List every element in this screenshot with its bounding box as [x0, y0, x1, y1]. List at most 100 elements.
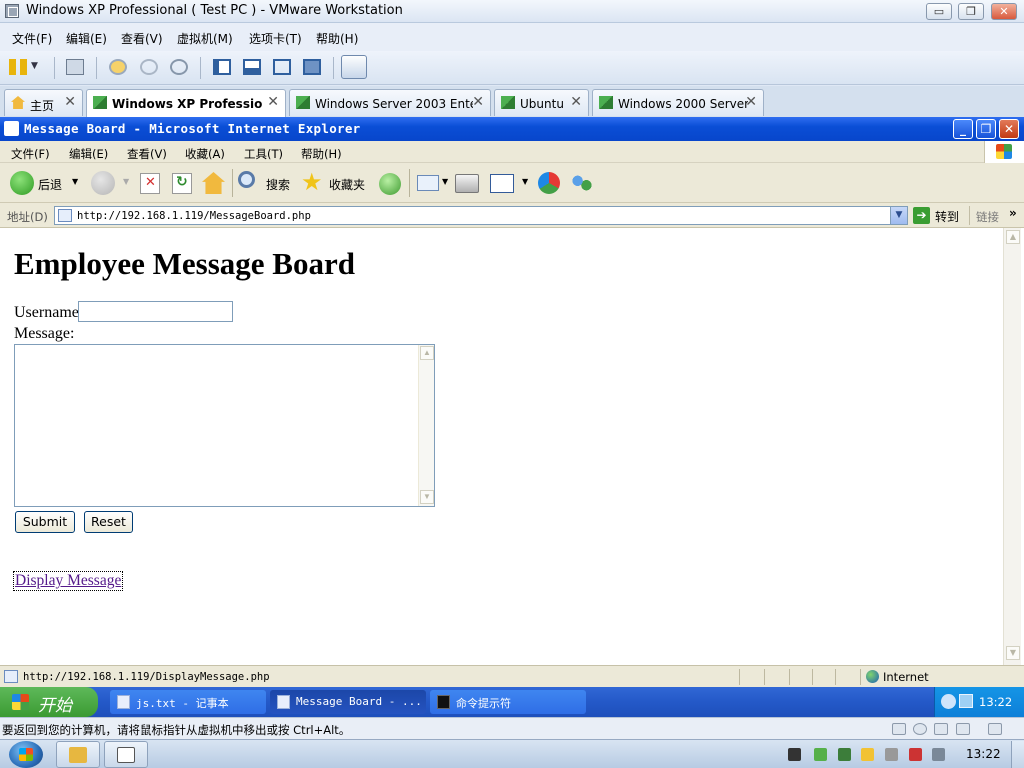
guest-screen[interactable]: Message Board - Microsoft Internet Explo…: [0, 117, 1024, 739]
chevron-down-icon[interactable]: ▼: [890, 207, 907, 224]
chevron-down-icon[interactable]: ▼: [420, 490, 434, 504]
task-message-board[interactable]: Message Board - ...: [270, 690, 426, 714]
fullscreen-icon[interactable]: [273, 59, 291, 75]
chevron-down-icon[interactable]: ▼: [72, 177, 78, 186]
snapshot-manager-icon[interactable]: [170, 59, 188, 75]
tab-ubuntu[interactable]: Ubuntu ✕: [494, 89, 589, 116]
chevron-down-icon[interactable]: ▼: [442, 177, 448, 186]
task-command-prompt[interactable]: 命令提示符: [430, 690, 586, 714]
close-icon[interactable]: ✕: [570, 94, 582, 110]
pause-icon[interactable]: [9, 59, 27, 75]
display-message-link[interactable]: Display Message: [12, 571, 124, 591]
chevron-left-icon[interactable]: [941, 694, 956, 709]
message-textarea[interactable]: ▲ ▼: [14, 344, 435, 507]
clipboard-icon[interactable]: [885, 748, 898, 761]
web-page: Employee Message Board Username: Message…: [3, 228, 1003, 665]
home-icon[interactable]: [202, 172, 225, 194]
search-button[interactable]: 搜索: [238, 170, 294, 196]
stop-icon[interactable]: ✕: [140, 173, 160, 194]
username-input[interactable]: [78, 301, 233, 322]
xp-clock[interactable]: 13:22: [979, 695, 1012, 709]
chevron-up-icon[interactable]: ▲: [420, 346, 434, 360]
xp-start-button[interactable]: 开始: [0, 687, 98, 717]
revert-snapshot-icon[interactable]: [140, 59, 158, 75]
network-icon[interactable]: [66, 59, 84, 75]
textarea-scrollbar[interactable]: ▲ ▼: [418, 345, 434, 506]
volume-icon[interactable]: [932, 748, 945, 761]
chevron-down-icon[interactable]: ▼: [1006, 646, 1020, 660]
vmware-menu-file[interactable]: 文件(F): [12, 30, 52, 47]
ie-menu-edit[interactable]: 编辑(E): [69, 146, 108, 162]
close-icon[interactable]: ✕: [267, 94, 279, 110]
vmware-menu-help[interactable]: 帮助(H): [316, 30, 358, 47]
edit-icon[interactable]: [490, 174, 514, 193]
vmware-minimize-button[interactable]: ▭: [926, 3, 952, 20]
chevron-down-icon[interactable]: ▼: [31, 61, 41, 77]
snapshot-icon[interactable]: [109, 59, 127, 75]
ie-menu-favorites[interactable]: 收藏(A): [185, 146, 225, 162]
vmware-window-title: Windows XP Professional ( Test PC ) - VM…: [26, 3, 403, 18]
tab-home[interactable]: 主页 ✕: [4, 89, 83, 116]
back-button[interactable]: 后退 ▼: [10, 170, 80, 196]
chevron-down-icon[interactable]: ▼: [522, 177, 528, 186]
ie-menu-tools[interactable]: 工具(T): [244, 146, 283, 162]
tray-app-icon[interactable]: [814, 748, 827, 761]
reset-button[interactable]: Reset: [84, 511, 133, 533]
tab-windows-xp[interactable]: Windows XP Professional... ✕: [86, 89, 286, 117]
discuss-icon[interactable]: [538, 172, 560, 194]
forward-button[interactable]: ▼: [91, 170, 131, 196]
refresh-icon[interactable]: ↻: [172, 173, 192, 194]
thumbnail-view-icon[interactable]: [243, 59, 261, 75]
shield-icon[interactable]: [838, 748, 851, 761]
messenger-icon[interactable]: [571, 172, 593, 194]
ie-menu-view[interactable]: 查看(V): [127, 146, 167, 162]
message-log-icon[interactable]: [988, 723, 1002, 735]
vmware-menu-view[interactable]: 查看(V): [121, 30, 163, 47]
host-app-vmware[interactable]: [104, 741, 148, 768]
show-desktop-button[interactable]: [1011, 741, 1024, 768]
host-start-orb[interactable]: [9, 741, 43, 768]
address-input[interactable]: http://192.168.1.119/MessageBoard.php ▼: [54, 206, 908, 225]
vmware-menu-tabs[interactable]: 选项卡(T): [249, 30, 302, 47]
tab-windows-2000-server[interactable]: Windows 2000 Server ✕: [592, 89, 764, 116]
network-adapter-icon[interactable]: [934, 723, 948, 735]
vmware-menu-edit[interactable]: 编辑(E): [66, 30, 107, 47]
cd-rom-icon[interactable]: [913, 723, 927, 735]
page-scrollbar[interactable]: ▲ ▼: [1003, 228, 1021, 665]
tab-windows-server-2003[interactable]: Windows Server 2003 Enterpr... ✕: [289, 89, 491, 116]
ie-minimize-button[interactable]: _: [953, 119, 973, 139]
close-icon[interactable]: ✕: [472, 94, 484, 110]
history-icon[interactable]: [379, 173, 401, 195]
host-app-explorer[interactable]: [56, 741, 100, 768]
mail-icon[interactable]: [417, 175, 439, 191]
go-arrow-icon: ➔: [913, 207, 930, 224]
close-icon[interactable]: ✕: [745, 94, 757, 110]
network-icon[interactable]: [959, 694, 973, 708]
ie-menu-help[interactable]: 帮助(H): [301, 146, 342, 162]
console-view-icon[interactable]: [341, 55, 367, 79]
search-label: 搜索: [266, 178, 291, 192]
task-notepad[interactable]: js.txt - 记事本: [110, 690, 266, 714]
print-icon[interactable]: [455, 174, 479, 193]
ie-menu-file[interactable]: 文件(F): [11, 146, 50, 162]
ie-close-button[interactable]: ✕: [999, 119, 1019, 139]
toolbar-separator: [333, 57, 334, 79]
chevron-up-icon[interactable]: ▲: [1006, 230, 1020, 244]
vmware-menu-vm[interactable]: 虚拟机(M): [177, 30, 233, 47]
network-icon[interactable]: [909, 748, 922, 761]
favorites-button[interactable]: ★ 收藏夹: [301, 168, 371, 196]
submit-button[interactable]: Submit: [15, 511, 75, 533]
sidebar-view-icon[interactable]: [213, 59, 231, 75]
chevron-right-icon[interactable]: »: [1009, 206, 1017, 220]
ie-maximize-button[interactable]: ❐: [976, 119, 996, 139]
hard-disk-icon[interactable]: [892, 723, 906, 735]
host-clock[interactable]: 13:22: [966, 747, 1001, 761]
vmware-restore-button[interactable]: ❐: [958, 3, 984, 20]
usb-icon[interactable]: [956, 723, 970, 735]
links-label[interactable]: 链接: [976, 209, 999, 225]
video-icon[interactable]: [788, 748, 801, 761]
close-icon[interactable]: ✕: [64, 94, 76, 110]
unity-icon[interactable]: [303, 59, 321, 75]
tray-app-icon[interactable]: [861, 748, 874, 761]
vmware-close-button[interactable]: ✕: [991, 3, 1017, 20]
